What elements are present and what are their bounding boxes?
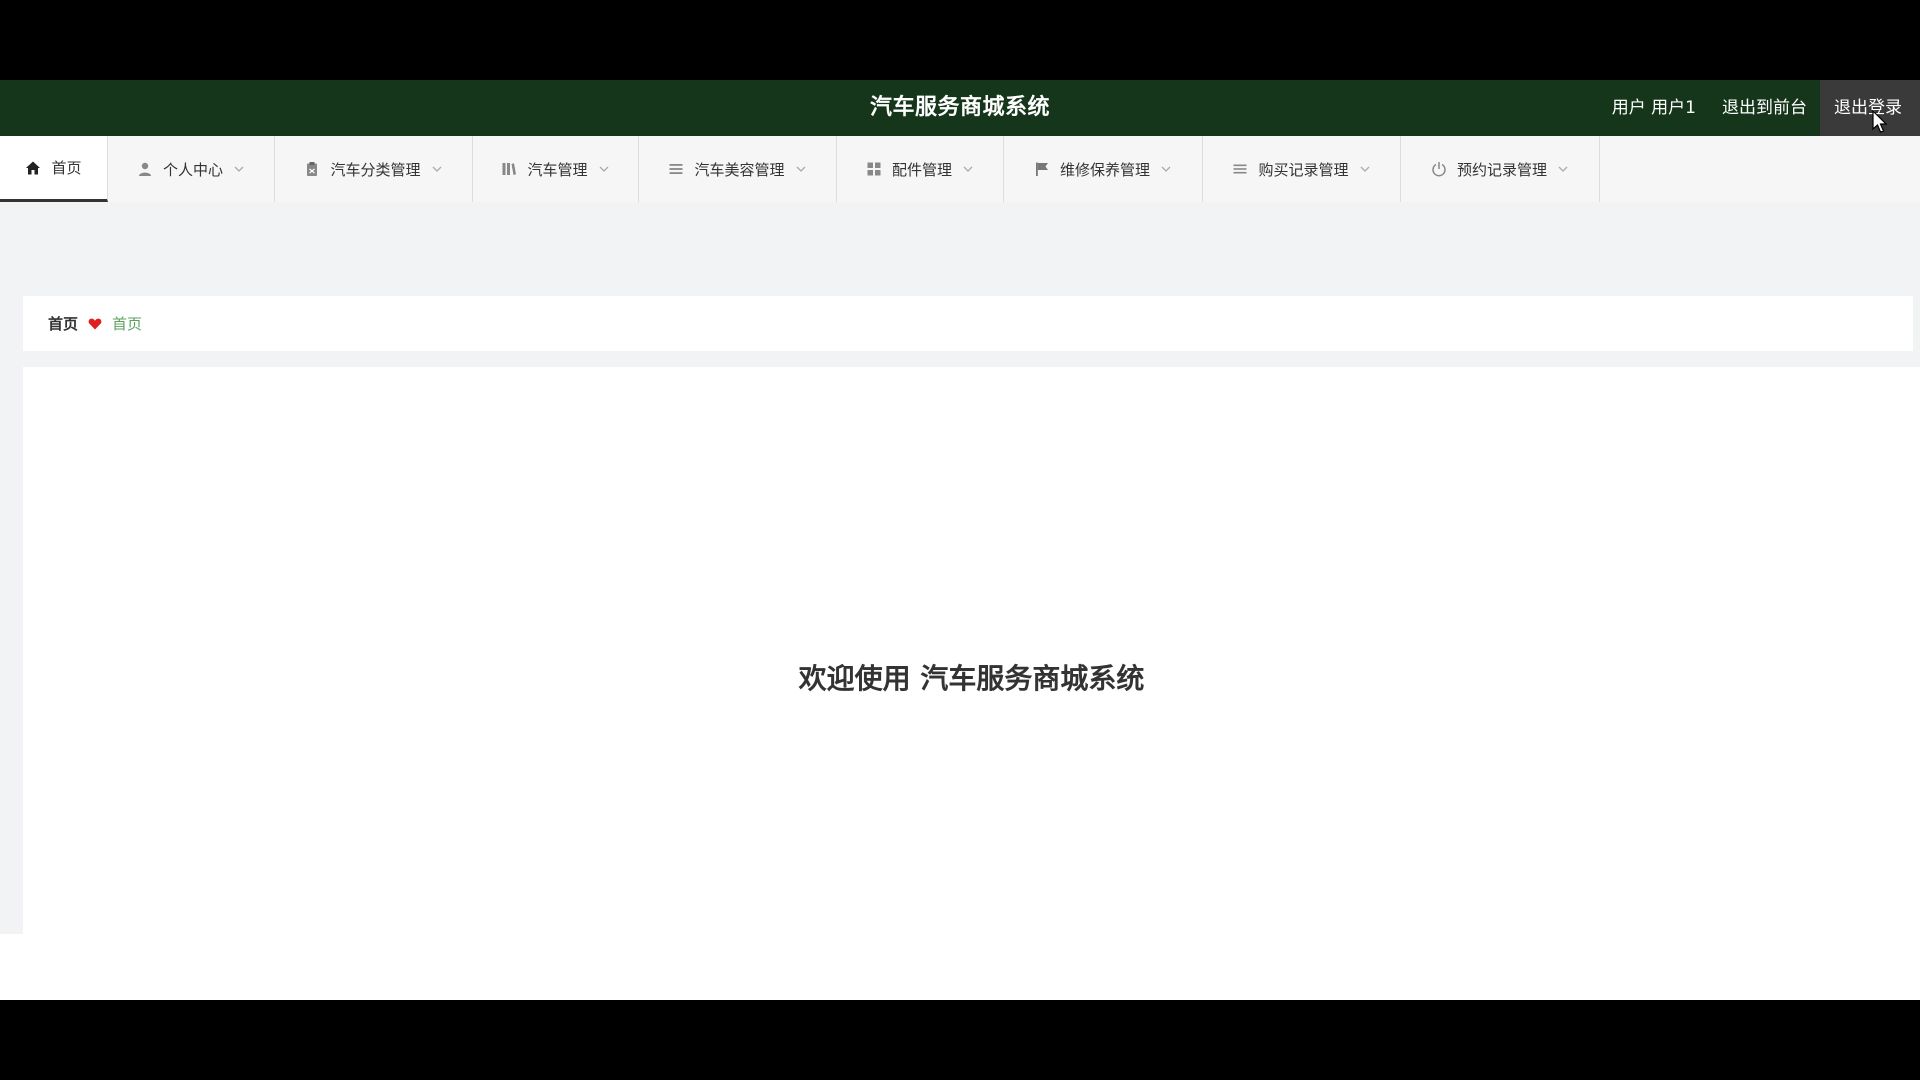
logout-label: 退出登录	[1834, 98, 1902, 118]
power-icon	[1431, 161, 1447, 177]
chevron-down-icon	[598, 163, 610, 175]
nav-item-purchase-records[interactable]: 购买记录管理	[1203, 136, 1401, 202]
menu-icon	[1232, 161, 1248, 177]
flag-icon	[1034, 161, 1050, 177]
list-icon	[668, 161, 684, 177]
breadcrumb-current: 首页	[112, 315, 143, 333]
chevron-down-icon	[1160, 163, 1172, 175]
letterbox-bottom	[0, 1000, 1920, 1080]
nav-label: 配件管理	[891, 160, 952, 179]
nav-label: 汽车美容管理	[694, 160, 785, 179]
chevron-down-icon	[1359, 163, 1371, 175]
library-icon	[501, 161, 517, 177]
nav-label: 汽车分类管理	[330, 160, 421, 179]
breadcrumb: 首页 首页	[23, 296, 1913, 351]
nav-label: 维修保养管理	[1059, 160, 1150, 179]
chevron-down-icon	[962, 163, 974, 175]
nav-label: 首页	[51, 159, 82, 177]
top-header: 汽车服务商城系统 用户 用户1 退出到前台 退出登录	[0, 80, 1920, 136]
nav-label: 购买记录管理	[1258, 160, 1349, 179]
nav-item-category-management[interactable]: 汽车分类管理	[275, 136, 473, 202]
current-user-link[interactable]: 用户 用户1	[1599, 80, 1709, 136]
grid-icon	[866, 161, 882, 177]
welcome-text: 欢迎使用 汽车服务商城系统	[798, 662, 1145, 695]
clipboard-icon	[304, 161, 320, 177]
nav-item-appointment-records[interactable]: 预约记录管理	[1401, 136, 1600, 202]
nav-label: 汽车管理	[527, 160, 588, 179]
chevron-down-icon	[795, 163, 807, 175]
chevron-down-icon	[233, 163, 245, 175]
letterbox-top	[0, 0, 1920, 80]
welcome-panel: 欢迎使用 汽车服务商城系统	[23, 367, 1920, 934]
nav-item-car-beauty-management[interactable]: 汽车美容管理	[639, 136, 837, 202]
app-window: 汽车服务商城系统 用户 用户1 退出到前台 退出登录 首页 个人中心 汽车分类管…	[0, 80, 1920, 1000]
nav-item-maintenance-management[interactable]: 维修保养管理	[1004, 136, 1203, 202]
nav-label: 预约记录管理	[1456, 160, 1547, 179]
user-icon	[137, 161, 153, 177]
nav-item-personal-center[interactable]: 个人中心	[108, 136, 275, 202]
nav-item-home[interactable]: 首页	[0, 136, 108, 202]
chevron-down-icon	[1557, 163, 1569, 175]
main-nav: 首页 个人中心 汽车分类管理 汽车管理 汽车美容管理 配件管理 维修保养管理 购…	[0, 136, 1920, 203]
heart-icon	[88, 317, 102, 331]
chevron-down-icon	[431, 163, 443, 175]
nav-item-car-management[interactable]: 汽车管理	[473, 136, 639, 202]
logout-button[interactable]: 退出登录	[1820, 80, 1920, 136]
nav-item-parts-management[interactable]: 配件管理	[837, 136, 1004, 202]
nav-label: 个人中心	[162, 160, 223, 179]
header-actions: 用户 用户1 退出到前台 退出登录	[1599, 80, 1920, 136]
home-icon	[25, 160, 41, 176]
back-to-front-link[interactable]: 退出到前台	[1709, 80, 1820, 136]
content-area: 首页 首页 欢迎使用 汽车服务商城系统	[0, 202, 1920, 934]
breadcrumb-home[interactable]: 首页	[48, 313, 78, 334]
